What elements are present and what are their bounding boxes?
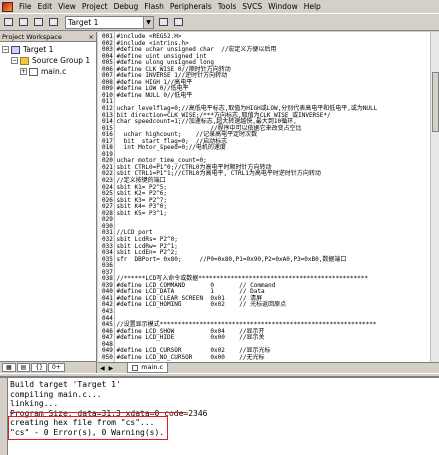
workspace-tabs: ▦ ▤ {} 0+ [0, 361, 96, 373]
menu-file[interactable]: File [16, 1, 35, 13]
menu-tools[interactable]: Tools [215, 1, 239, 13]
output-line: compiling main.c... [10, 389, 102, 399]
line-text: #define NULL 0//低电平 [116, 91, 193, 99]
tab-main-c[interactable]: main.c [127, 363, 169, 373]
tree-target-label: Target 1 [23, 45, 54, 54]
app-icon [2, 1, 13, 12]
menu-flash[interactable]: Flash [141, 1, 167, 13]
tree-node-group[interactable]: − Source Group 1 [2, 55, 94, 66]
target-select-value: Target 1 [68, 17, 99, 27]
code-area[interactable]: 001 #include <REG52.H> 002 #include <intr… [102, 33, 429, 362]
menu-svcs[interactable]: SVCS [239, 1, 265, 13]
menu-project[interactable]: Project [79, 1, 111, 13]
rebuild-icon[interactable] [32, 15, 45, 29]
tab-scroll-right-icon[interactable]: ▶ [107, 365, 116, 372]
tree-file-label: main.c [41, 67, 67, 76]
output-line: linking... [10, 399, 59, 409]
output-gutter [0, 378, 8, 455]
translate-icon[interactable] [2, 15, 15, 29]
highlight-box [8, 416, 168, 440]
line-text: #define LCD_NO_CURSOR 0x00 //无光标 [116, 353, 265, 361]
scrollbar-thumb[interactable] [432, 72, 439, 132]
line-number: 050 [102, 353, 117, 361]
strikethrough-mark [10, 412, 186, 413]
project-tree: − Target 1 − Source Group 1 + main.c [0, 42, 96, 79]
menu-help[interactable]: Help [301, 1, 324, 13]
tree-node-target[interactable]: − Target 1 [2, 44, 94, 55]
menu-bar: File Edit View Project Debug Flash Perip… [0, 0, 439, 13]
file-icon [132, 364, 139, 371]
download-icon[interactable] [47, 15, 60, 29]
menu-peripherals[interactable]: Peripherals [167, 1, 215, 13]
tab-main-c-label: main.c [141, 363, 164, 371]
components-icon[interactable] [172, 15, 185, 29]
menu-window[interactable]: Window [265, 1, 301, 13]
line-text: #define LCD_HOMING 0x02 // 光标返回原点 [116, 301, 287, 309]
menu-debug[interactable]: Debug [111, 1, 142, 13]
line-text: int Motor_speed=0;//电机的速度 [116, 144, 226, 152]
tree-node-file[interactable]: + main.c [2, 66, 94, 77]
target-select[interactable]: Target 1 ▼ [65, 15, 154, 29]
chevron-down-icon[interactable]: ▼ [143, 16, 153, 28]
close-icon[interactable]: × [89, 32, 96, 41]
editor-scrollbar[interactable] [430, 32, 439, 362]
folder-icon [20, 56, 29, 65]
file-icon [29, 67, 38, 76]
expand-toggle[interactable]: + [20, 68, 27, 75]
collapse-toggle[interactable]: − [2, 46, 9, 53]
project-workspace: Project Workspace × − Target 1 − Source … [0, 32, 97, 373]
build-icon[interactable] [17, 15, 30, 29]
editor-tab-bar: ◀ ▶ main.c [98, 362, 439, 373]
tab-templates-icon[interactable]: 0+ [47, 363, 65, 372]
line-text: sbit K5= P3^1; [116, 209, 168, 217]
tab-functions-icon[interactable]: {} [31, 363, 47, 372]
tree-group-label: Source Group 1 [32, 56, 91, 65]
ide-window: File Edit View Project Debug Flash Perip… [0, 0, 439, 455]
code-editor[interactable]: 001 #include <REG52.H> 002 #include <intr… [98, 32, 439, 362]
code-line[interactable]: 050 #define LCD_NO_CURSOR 0x00 //无光标 [102, 353, 429, 362]
target-icon [11, 45, 20, 54]
tab-files-icon[interactable]: ▦ [2, 363, 16, 372]
build-toolbar: Target 1 ▼ [0, 13, 439, 31]
menu-edit[interactable]: Edit [35, 1, 56, 13]
menu-view[interactable]: View [55, 1, 79, 13]
line-text: sfr DBPort= 0x80; //P0=0x80,P1=0x90,P2=0… [116, 255, 347, 263]
target-options-icon[interactable] [157, 15, 170, 29]
output-line: Build target 'Target 1' [10, 380, 121, 389]
tab-scroll-left-icon[interactable]: ◀ [98, 365, 107, 372]
line-text: #define LCD_HIDE 0x00 //显示关 [116, 334, 265, 342]
workspace-title: Project Workspace [2, 33, 62, 41]
collapse-toggle[interactable]: − [11, 57, 18, 64]
workspace-title-bar: Project Workspace × [0, 32, 96, 42]
tab-books-icon[interactable]: ▤ [16, 363, 31, 372]
